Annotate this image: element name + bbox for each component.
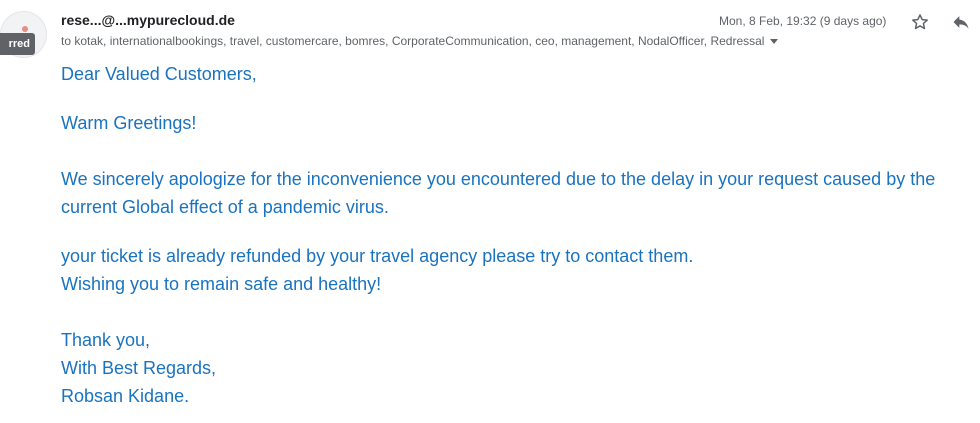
warm-greetings-line: Warm Greetings! xyxy=(61,113,197,133)
thanks-line: Thank you, xyxy=(61,330,151,350)
recipients-prefix: to xyxy=(61,34,72,48)
sender-address[interactable]: rese...@...mypurecloud.de xyxy=(61,12,235,28)
recipients-list: kotak, internationalbookings, travel, cu… xyxy=(74,34,765,48)
apology-paragraph: We sincerely apologize for the inconveni… xyxy=(61,169,936,217)
avatar-head-shape xyxy=(22,26,28,32)
star-icon xyxy=(912,14,928,30)
message-date[interactable]: Mon, 8 Feb, 19:32 (9 days ago) xyxy=(719,14,886,28)
reply-button[interactable] xyxy=(948,11,974,33)
tooltip: rred xyxy=(0,33,35,55)
regards-line: With Best Regards, xyxy=(61,358,217,378)
email-message: rred rese...@...mypurecloud.de to kotak,… xyxy=(0,0,980,423)
star-button[interactable] xyxy=(909,11,931,33)
greeting-line: Dear Valued Customers, xyxy=(61,64,257,84)
chevron-down-icon[interactable] xyxy=(770,38,779,44)
recipients-line: to kotak, internationalbookings, travel,… xyxy=(61,34,779,48)
refund-line: your ticket is already refunded by your … xyxy=(61,246,694,266)
reply-icon xyxy=(953,16,969,29)
wish-line: Wishing you to remain safe and healthy! xyxy=(61,274,382,294)
signature-name: Robsan Kidane. xyxy=(61,386,190,406)
